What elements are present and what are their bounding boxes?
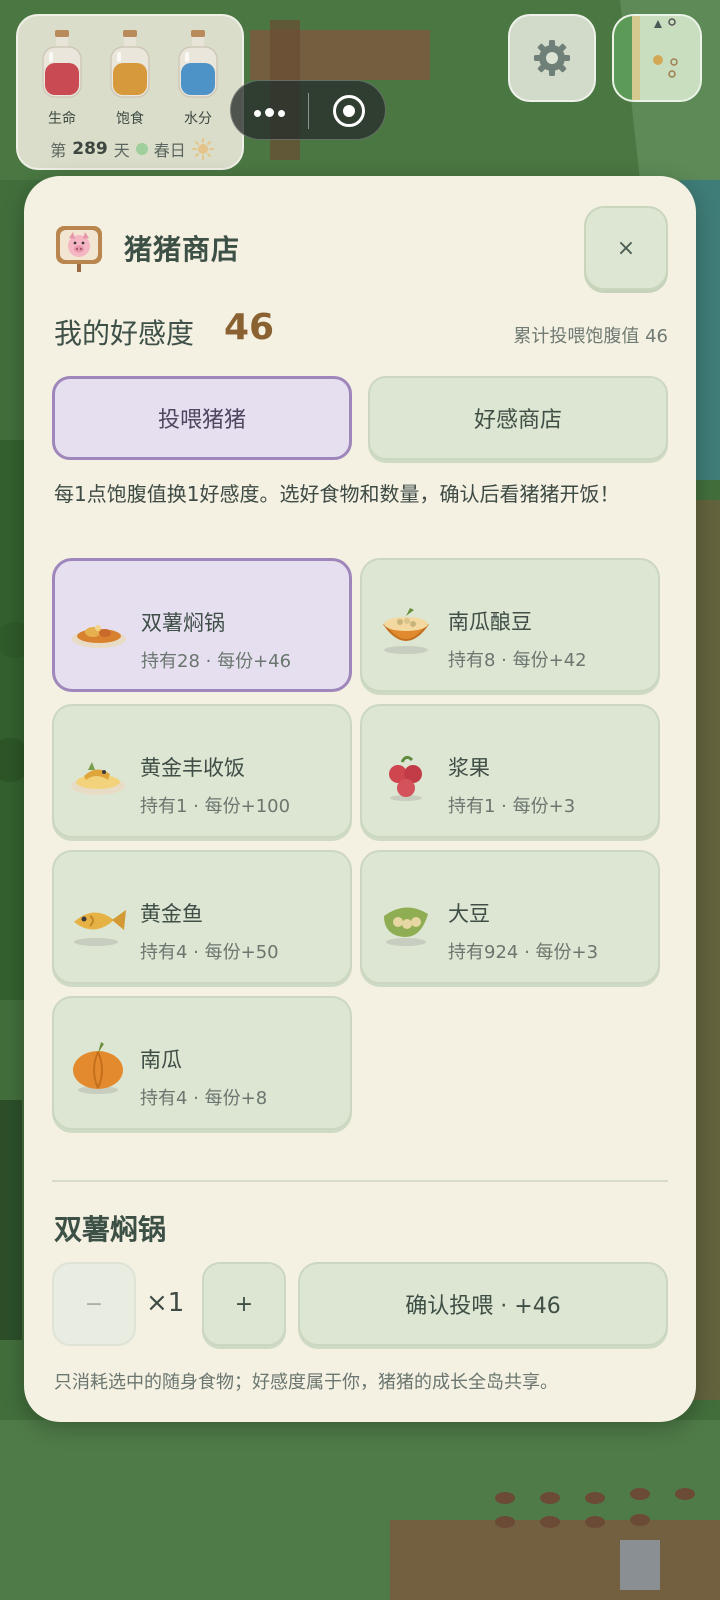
food-stock-and-value: 持有1 · 每份+100	[140, 796, 291, 817]
more-menu-button[interactable]	[231, 81, 307, 141]
food-stock-and-value: 持有924 · 每份+3	[448, 942, 599, 963]
hunger-bottle-icon	[110, 30, 150, 98]
minimap[interactable]	[612, 14, 702, 102]
day-number: 289	[72, 139, 108, 159]
settings-button[interactable]	[508, 14, 596, 102]
pumpkin-icon	[73, 1042, 123, 1094]
fed-total-text: 累计投喂饱腹值 46	[513, 326, 668, 347]
food-card[interactable]: 浆果持有1 · 每份+3	[360, 704, 660, 838]
season-label: 春日	[153, 141, 186, 160]
exchange-hint: 每1点饱腹值换1好感度。选好食物和数量，确认后看猪猪开饭！	[54, 482, 620, 506]
close-button[interactable]: ×	[584, 206, 668, 290]
food-card[interactable]: 南瓜持有4 · 每份+8	[52, 996, 352, 1130]
pig-shop-modal: 猪猪商店 × 我的好感度 46 累计投喂饱腹值 46 投喂猪猪 好感商店 每1点…	[24, 176, 696, 1422]
season-dot-icon	[135, 143, 148, 155]
food-card[interactable]: 大豆持有924 · 每份+3	[360, 850, 660, 984]
quantity-value: ×1	[146, 1288, 185, 1318]
footnote: 只消耗选中的随身食物；好感度属于你，猪猪的成长全岛共享。	[54, 1372, 558, 1393]
tab-feed-pig[interactable]: 投喂猪猪	[52, 376, 352, 460]
exit-miniprogram-button[interactable]	[311, 81, 387, 141]
miniprogram-capsule	[230, 80, 386, 140]
more-dots-icon	[252, 102, 287, 121]
tab-favor-shop[interactable]: 好感商店	[368, 376, 668, 460]
stat-label: 水分	[184, 111, 212, 127]
food-name: 南瓜	[140, 1048, 182, 1072]
food-stock-and-value: 持有28 · 每份+46	[141, 651, 292, 672]
food-name: 黄金丰收饭	[140, 756, 245, 780]
stat-label: 饱食	[116, 111, 144, 127]
water-bottle-icon	[178, 30, 218, 98]
golden-fish-icon	[74, 910, 126, 946]
food-card[interactable]: 南瓜酿豆持有8 · 每份+42	[360, 558, 660, 692]
confirm-feed-button[interactable]: 确认投喂 · +46	[298, 1262, 668, 1346]
food-card[interactable]: 黄金鱼持有4 · 每份+50	[52, 850, 352, 984]
berry-icon	[389, 755, 422, 801]
target-circle-icon	[333, 95, 365, 127]
day-indicator: 第 289 天 春日	[18, 136, 246, 162]
day-prefix: 第	[50, 141, 67, 160]
food-card[interactable]: 双薯焖锅持有28 · 每份+46	[52, 558, 352, 692]
minimap-terrain	[614, 16, 700, 100]
soybean-icon	[384, 907, 428, 946]
day-suffix: 天	[113, 141, 130, 160]
status-panel: 第 289 天 春日 生命 饱食 水分	[16, 14, 244, 170]
health-bottle-icon	[42, 30, 82, 98]
stat-label: 生命	[48, 111, 76, 127]
sun-icon	[191, 138, 214, 160]
harvest-rice-icon	[71, 762, 125, 795]
stuffed-pumpkin-icon	[383, 608, 429, 654]
food-name: 大豆	[448, 902, 490, 926]
favor-value: 46	[224, 307, 275, 348]
food-name: 双薯焖锅	[141, 611, 225, 635]
shop-title: 猪猪商店	[124, 233, 241, 266]
food-stock-and-value: 持有1 · 每份+3	[448, 796, 576, 817]
stew-icon	[72, 625, 126, 648]
food-name: 浆果	[448, 756, 490, 780]
increase-quantity-button[interactable]: +	[202, 1262, 286, 1346]
food-stock-and-value: 持有4 · 每份+8	[140, 1088, 268, 1109]
food-card[interactable]: 黄金丰收饭持有1 · 每份+100	[52, 704, 352, 838]
pig-sign-icon	[56, 226, 102, 272]
gear-icon	[534, 40, 570, 76]
decrease-quantity-button[interactable]: −	[52, 1262, 136, 1346]
food-stock-and-value: 持有8 · 每份+42	[448, 650, 587, 671]
favor-label: 我的好感度	[54, 317, 195, 350]
capsule-divider	[308, 93, 309, 129]
food-name: 南瓜酿豆	[448, 610, 532, 634]
selected-food-name: 双薯焖锅	[54, 1213, 167, 1246]
food-name: 黄金鱼	[140, 902, 203, 926]
section-divider	[52, 1180, 668, 1182]
food-stock-and-value: 持有4 · 每份+50	[140, 942, 279, 963]
